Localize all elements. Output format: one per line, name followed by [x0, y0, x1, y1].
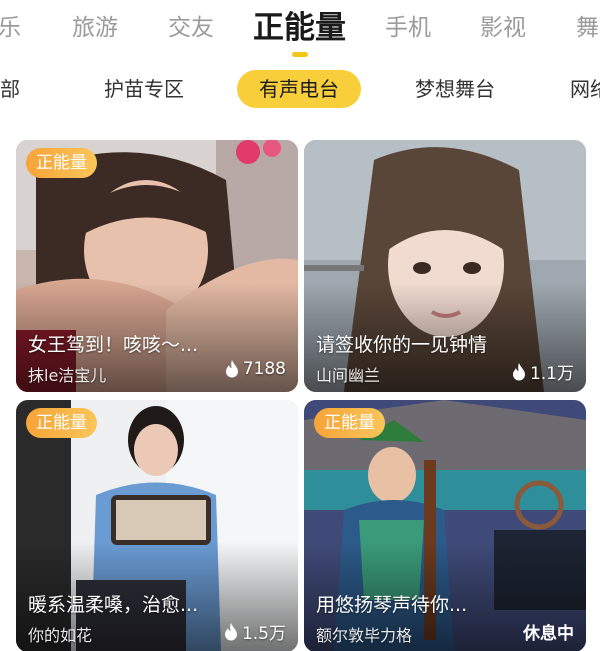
subtab-audio-radio[interactable]: 有声电台 [237, 70, 361, 108]
live-card[interactable]: 正能量 用悠扬琴声待你... 额尔敦毕力格 休息中 [304, 400, 586, 651]
popularity-count: 1.5万 [224, 619, 286, 644]
tab-film[interactable]: 影视 [480, 12, 526, 44]
card-author: 抹le洁宝儿 [28, 366, 107, 385]
subtab-all[interactable]: 全部 [0, 74, 20, 104]
resting-status: 休息中 [523, 624, 574, 644]
subtab-network[interactable]: 网络 [570, 74, 600, 104]
popularity-count: 1.1万 [512, 359, 574, 384]
fire-icon [224, 622, 237, 640]
tab-dance[interactable]: 舞 [576, 12, 599, 44]
card-title: 用悠扬琴声待你... [316, 594, 468, 616]
positive-energy-badge: 正能量 [314, 408, 385, 438]
popularity-count: 7188 [225, 359, 286, 379]
card-title: 请签收你的一见钟情 [316, 334, 488, 356]
tab-positive-energy[interactable]: 正能量 [253, 8, 346, 48]
subtab-dream-stage[interactable]: 梦想舞台 [415, 74, 495, 104]
card-author: 山间幽兰 [316, 366, 381, 385]
live-card[interactable]: 请签收你的一见钟情 山间幽兰 1.1万 [304, 140, 586, 392]
live-card[interactable]: 正能量 暖系温柔嗓，治愈... 你的如花 1.5万 [16, 400, 298, 651]
popularity-value: 7188 [242, 359, 286, 379]
positive-energy-badge: 正能量 [26, 408, 97, 438]
positive-energy-badge: 正能量 [26, 148, 97, 178]
category-tab-bar: 乐 旅游 交友 正能量 手机 影视 舞 [0, 0, 600, 60]
active-tab-indicator [292, 52, 308, 57]
fire-icon [225, 360, 238, 378]
tab-friends[interactable]: 交友 [168, 12, 214, 44]
subcategory-tab-bar: 全部 护苗专区 有声电台 梦想舞台 网络 [0, 66, 600, 114]
popularity-value: 1.5万 [241, 624, 286, 644]
card-title: 暖系温柔嗓，治愈... [28, 594, 199, 616]
popularity-value: 1.1万 [529, 364, 574, 384]
card-title: 女王驾到！咳咳～... [28, 334, 199, 356]
tab-travel[interactable]: 旅游 [72, 12, 118, 44]
live-channel-page: 乐 旅游 交友 正能量 手机 影视 舞 全部 护苗专区 有声电台 梦想舞台 网络 [0, 0, 600, 651]
tab-phone[interactable]: 手机 [385, 12, 431, 44]
tab-music[interactable]: 乐 [0, 12, 21, 44]
card-author: 你的如花 [28, 626, 93, 645]
card-author: 额尔敦毕力格 [316, 626, 413, 645]
fire-icon [512, 362, 525, 380]
subtab-child-protection[interactable]: 护苗专区 [104, 74, 184, 104]
live-card[interactable]: 正能量 女王驾到！咳咳～... 抹le洁宝儿 7188 [16, 140, 298, 392]
